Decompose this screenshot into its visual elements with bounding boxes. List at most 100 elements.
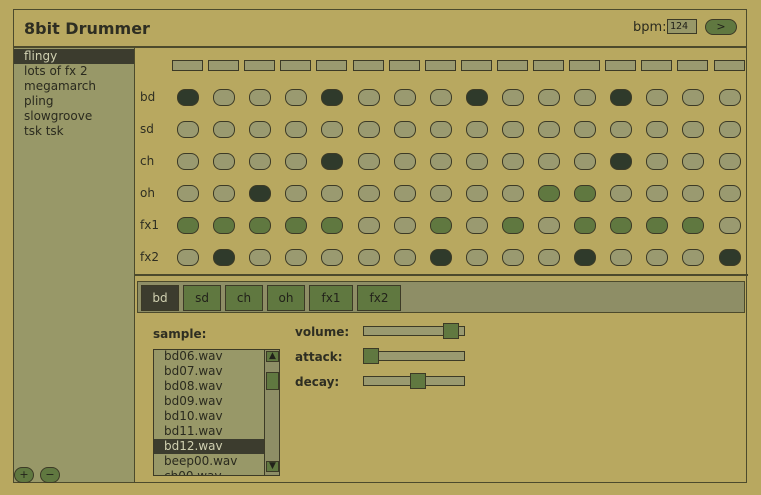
step-cell[interactable] <box>682 185 704 202</box>
pattern-item[interactable]: flingy <box>14 49 134 64</box>
step-cell[interactable] <box>466 153 488 170</box>
step-cell[interactable] <box>574 185 596 202</box>
step-cell[interactable] <box>430 121 452 138</box>
step-cell[interactable] <box>249 249 271 266</box>
step-cell[interactable] <box>719 185 741 202</box>
pattern-item[interactable]: lots of fx 2 <box>14 64 134 79</box>
step-cell[interactable] <box>466 249 488 266</box>
step-cell[interactable] <box>177 185 199 202</box>
sample-item[interactable]: bd06.wav <box>154 350 264 364</box>
sample-item[interactable]: ch00.wav <box>154 469 264 475</box>
step-cell[interactable] <box>682 89 704 106</box>
step-cell[interactable] <box>502 153 524 170</box>
step-cell[interactable] <box>466 89 488 106</box>
step-cell[interactable] <box>646 89 668 106</box>
step-cell[interactable] <box>682 121 704 138</box>
step-cell[interactable] <box>321 89 343 106</box>
instrument-tab[interactable]: bd <box>141 285 179 311</box>
remove-pattern-button[interactable]: − <box>40 467 60 483</box>
step-cell[interactable] <box>430 185 452 202</box>
step-cell[interactable] <box>213 121 235 138</box>
sample-list-scrollbar[interactable]: ▲ ▼ <box>264 350 279 475</box>
step-cell[interactable] <box>177 121 199 138</box>
step-cell[interactable] <box>610 89 632 106</box>
step-cell[interactable] <box>574 153 596 170</box>
step-cell[interactable] <box>394 249 416 266</box>
step-cell[interactable] <box>646 249 668 266</box>
sample-list[interactable]: ch00.wav beep00.wav bd12.wav bd11.wav bd10.w… <box>153 349 280 476</box>
step-cell[interactable] <box>502 249 524 266</box>
step-cell[interactable] <box>430 89 452 106</box>
instrument-tab[interactable]: ch <box>225 285 263 311</box>
sample-item[interactable]: bd11.wav <box>154 424 264 439</box>
sample-item[interactable]: bd12.wav <box>154 439 264 454</box>
step-cell[interactable] <box>538 185 560 202</box>
step-cell[interactable] <box>682 153 704 170</box>
sample-item[interactable]: bd07.wav <box>154 364 264 379</box>
step-cell[interactable] <box>430 217 452 234</box>
step-cell[interactable] <box>177 89 199 106</box>
step-cell[interactable] <box>321 217 343 234</box>
step-cell[interactable] <box>249 89 271 106</box>
step-cell[interactable] <box>538 89 560 106</box>
step-cell[interactable] <box>321 249 343 266</box>
step-cell[interactable] <box>285 249 307 266</box>
step-cell[interactable] <box>538 249 560 266</box>
instrument-tab[interactable]: fx1 <box>309 285 353 311</box>
step-cell[interactable] <box>177 249 199 266</box>
sample-item[interactable]: bd08.wav <box>154 379 264 394</box>
step-cell[interactable] <box>538 217 560 234</box>
sample-item[interactable]: beep00.wav <box>154 454 264 469</box>
scroll-up-icon[interactable]: ▲ <box>266 351 279 362</box>
step-cell[interactable] <box>719 89 741 106</box>
pattern-list[interactable]: flingy lots of fx 2 megamarch pling slowgroo… <box>14 48 134 482</box>
pattern-item[interactable]: pling <box>14 94 134 109</box>
step-cell[interactable] <box>719 217 741 234</box>
decay-slider-thumb[interactable] <box>410 373 426 389</box>
volume-slider-thumb[interactable] <box>443 323 459 339</box>
step-cell[interactable] <box>610 249 632 266</box>
step-cell[interactable] <box>466 217 488 234</box>
step-cell[interactable] <box>502 217 524 234</box>
sample-item[interactable]: bd10.wav <box>154 409 264 424</box>
step-cell[interactable] <box>285 153 307 170</box>
step-cell[interactable] <box>610 185 632 202</box>
step-cell[interactable] <box>213 217 235 234</box>
step-cell[interactable] <box>682 249 704 266</box>
step-cell[interactable] <box>321 121 343 138</box>
step-cell[interactable] <box>719 121 741 138</box>
step-cell[interactable] <box>321 185 343 202</box>
step-cell[interactable] <box>719 153 741 170</box>
step-cell[interactable] <box>646 217 668 234</box>
scroll-down-icon[interactable]: ▼ <box>266 461 279 472</box>
step-cell[interactable] <box>394 153 416 170</box>
step-cell[interactable] <box>358 185 380 202</box>
step-cell[interactable] <box>177 217 199 234</box>
step-cell[interactable] <box>682 217 704 234</box>
step-cell[interactable] <box>213 249 235 266</box>
step-cell[interactable] <box>719 249 741 266</box>
step-cell[interactable] <box>358 249 380 266</box>
step-cell[interactable] <box>466 185 488 202</box>
step-cell[interactable] <box>321 153 343 170</box>
step-cell[interactable] <box>285 121 307 138</box>
step-cell[interactable] <box>646 153 668 170</box>
scrollbar-thumb[interactable] <box>266 372 279 390</box>
step-cell[interactable] <box>502 121 524 138</box>
step-cell[interactable] <box>430 153 452 170</box>
step-cell[interactable] <box>502 185 524 202</box>
step-cell[interactable] <box>249 185 271 202</box>
add-pattern-button[interactable]: + <box>14 467 34 483</box>
step-cell[interactable] <box>358 121 380 138</box>
step-cell[interactable] <box>358 217 380 234</box>
step-cell[interactable] <box>213 185 235 202</box>
sample-item[interactable]: bd09.wav <box>154 394 264 409</box>
pattern-item[interactable]: slowgroove <box>14 109 134 124</box>
step-cell[interactable] <box>213 89 235 106</box>
step-cell[interactable] <box>538 153 560 170</box>
step-cell[interactable] <box>430 249 452 266</box>
step-cell[interactable] <box>502 89 524 106</box>
step-cell[interactable] <box>610 217 632 234</box>
step-cell[interactable] <box>394 89 416 106</box>
step-cell[interactable] <box>574 121 596 138</box>
